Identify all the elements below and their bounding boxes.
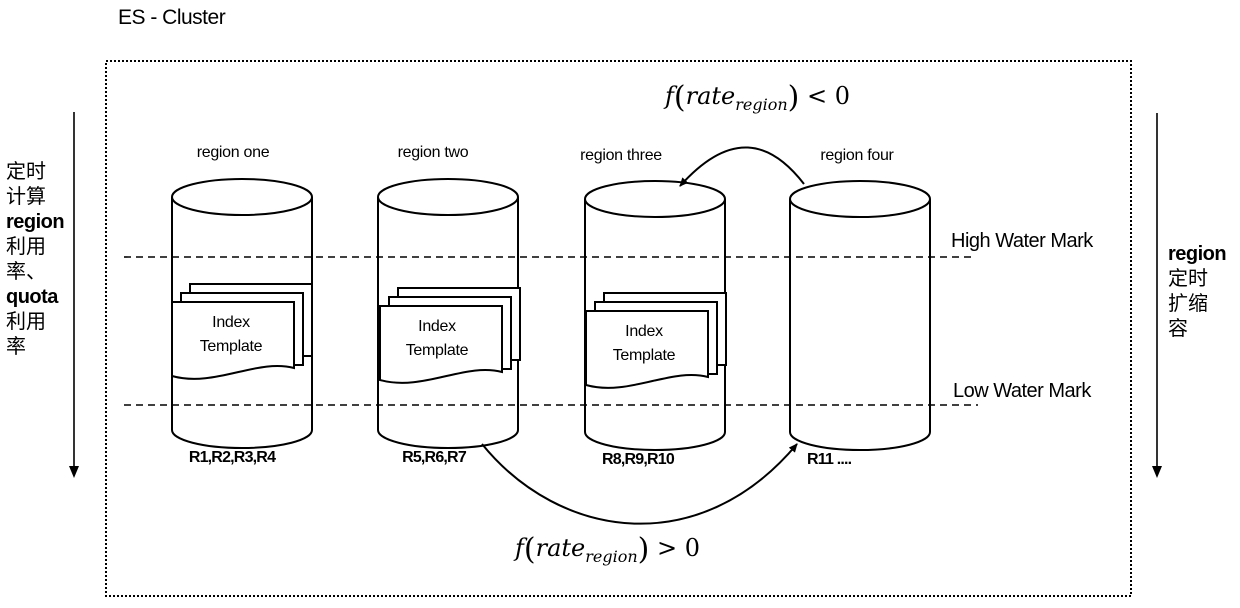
index-template-label: Index Template [172,311,290,359]
high-water-mark-label: High Water Mark [951,230,1093,252]
formula-paren-close: ) [787,80,800,115]
left-annotation-line: 计算 [6,186,46,208]
formula-var: rate [535,534,586,562]
formula-var: rate [685,82,736,110]
left-annotation-line: 利用 [6,311,46,333]
index-template-label: Index Template [378,315,496,363]
low-water-mark-label: Low Water Mark [953,380,1091,402]
formula-paren-open: ( [523,532,536,567]
cylinder-top [171,178,313,216]
index-template-line: Template [612,347,676,364]
formula-paren-open: ( [673,80,686,115]
right-annotation-line: 定时 [1168,268,1208,290]
right-annotation-line: 容 [1168,318,1188,340]
left-annotation-line: quota [6,286,58,308]
index-template-label: Index Template [585,320,703,368]
formula-func: f [665,82,674,110]
region-name: region two [397,144,469,161]
formula-rhs: 0 [684,534,701,562]
index-template-line: Index [418,318,456,335]
region-cylinder [584,180,727,451]
cylinder-top [789,180,931,218]
left-annotation-line: 利用 [6,236,46,258]
right-arrowhead-icon [1152,466,1162,478]
region-name: region one [196,144,270,161]
replica-list: R11 .... [807,451,852,468]
index-template-line: Template [405,342,469,359]
formula-func: f [515,534,524,562]
index-template-line: Index [212,314,250,331]
region-cylinder [789,180,931,451]
formula-expand: f(rateregion) > 0 [515,532,700,567]
right-annotation-line: region [1168,243,1227,265]
formula-paren-close: ) [637,532,650,567]
formula-sub: region [585,547,638,566]
replica-list: R8,R9,R10 [602,451,675,468]
cylinder-top [584,180,726,218]
index-template-line: Template [199,338,263,355]
replica-list: R1,R2,R3,R4 [188,449,276,466]
region-cylinder [377,178,521,449]
formula-op: < [807,82,828,110]
left-annotation-line: 率 [6,336,26,358]
formula-shrink: f(rateregion) < 0 [665,80,850,115]
cylinder-body [789,199,931,451]
left-arrowhead-icon [69,466,79,478]
formula-sub: region [735,95,788,114]
formula-op: > [657,534,678,562]
region-name: region three [580,147,662,164]
right-annotation: region 定时 扩缩 容 [1168,242,1228,342]
replica-list: R5,R6,R7 [402,449,467,466]
index-template-line: Index [625,323,663,340]
region-name: region four [820,147,894,164]
left-annotation-line: 率、 [6,261,46,283]
left-annotation-line: region [6,211,65,233]
diagram-canvas [69,60,1162,597]
formula-rhs: 0 [834,82,851,110]
cylinder-top [377,178,519,216]
right-annotation-line: 扩缩 [1168,293,1208,315]
left-annotation-line: 定时 [6,161,46,183]
left-annotation: 定时 计算 region 利用 率、 quota 利用 率 [6,160,66,360]
